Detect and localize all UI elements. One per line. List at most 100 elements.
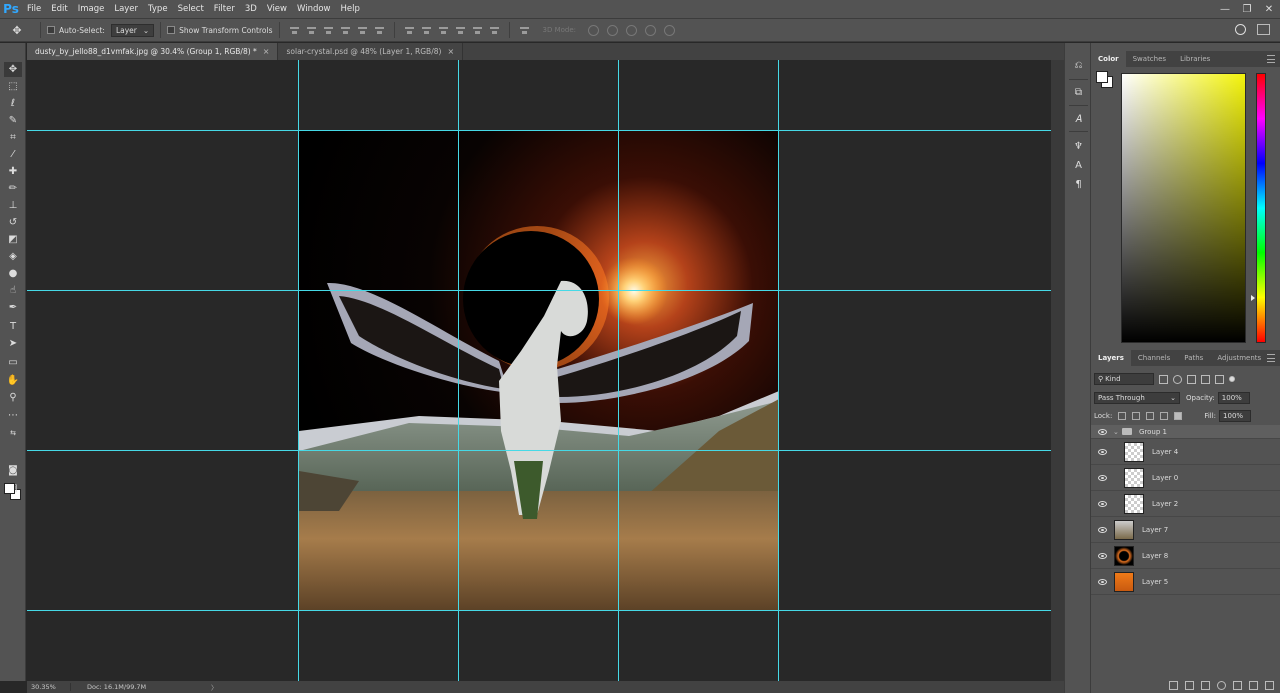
eyedropper-tool-icon[interactable]: ⁄	[4, 147, 22, 162]
new-layer-icon[interactable]	[1249, 680, 1258, 690]
canvas-area[interactable]	[27, 60, 1051, 681]
align-top-icon[interactable]	[289, 25, 300, 36]
align-vertical-center-icon[interactable]	[306, 25, 317, 36]
align-left-icon[interactable]	[340, 25, 351, 36]
hand-tool-icon[interactable]: ✋	[4, 373, 22, 388]
minimize-button[interactable]: —	[1214, 0, 1236, 18]
panel-menu-icon[interactable]	[1267, 354, 1275, 362]
layer-row[interactable]: Layer 5	[1091, 569, 1280, 595]
distribute-right-icon[interactable]	[489, 25, 500, 36]
type-filter-icon[interactable]	[1187, 374, 1196, 384]
menu-layer[interactable]: Layer	[109, 0, 143, 18]
quick-selection-tool-icon[interactable]: ✎	[4, 113, 22, 128]
eye-icon[interactable]	[1098, 448, 1107, 455]
tab-color[interactable]: Color	[1091, 51, 1126, 67]
workspace-icon[interactable]	[1257, 24, 1270, 35]
adjustment-filter-icon[interactable]	[1173, 374, 1182, 384]
filter-toggle-icon[interactable]	[1229, 376, 1235, 382]
clone-stamp-tool-icon[interactable]: ⊥	[4, 198, 22, 213]
marquee-tool-icon[interactable]: ⬚	[4, 79, 22, 94]
color-picker-field[interactable]	[1121, 73, 1246, 343]
menu-help[interactable]: Help	[336, 0, 365, 18]
layer-style-icon[interactable]	[1185, 680, 1194, 690]
distribute-left-icon[interactable]	[455, 25, 466, 36]
menu-window[interactable]: Window	[292, 0, 336, 18]
guide-vertical[interactable]	[458, 60, 459, 681]
guide-vertical[interactable]	[778, 60, 779, 681]
lock-all-icon[interactable]	[1174, 412, 1183, 420]
hue-slider[interactable]	[1256, 73, 1266, 343]
pen-tool-icon[interactable]: ✒	[4, 300, 22, 315]
tab-document-active[interactable]: dusty_by_jello88_d1vmfak.jpg @ 30.4% (Gr…	[27, 43, 279, 60]
align-right-icon[interactable]	[374, 25, 385, 36]
blend-mode-dropdown[interactable]: Pass Through ⌄	[1094, 392, 1180, 404]
lock-position-icon[interactable]	[1146, 412, 1155, 420]
menu-select[interactable]: Select	[173, 0, 209, 18]
distribute-horizontal-center-icon[interactable]	[472, 25, 483, 36]
panel-menu-icon[interactable]	[1267, 55, 1275, 63]
eye-icon[interactable]	[1098, 578, 1107, 585]
tab-document[interactable]: solar-crystal.psd @ 48% (Layer 1, RGB/8)…	[278, 43, 464, 60]
distribute-bottom-icon[interactable]	[438, 25, 449, 36]
guide-horizontal[interactable]	[27, 610, 1051, 611]
quick-mask-icon[interactable]: ◙	[4, 463, 22, 478]
tab-adjustments[interactable]: Adjustments	[1210, 350, 1268, 366]
path-selection-tool-icon[interactable]: ➤	[4, 336, 22, 351]
tab-layers[interactable]: Layers	[1091, 350, 1131, 366]
zoom-level[interactable]: 30.35%	[27, 683, 71, 691]
layer-row[interactable]: Layer 0	[1091, 465, 1280, 491]
healing-brush-tool-icon[interactable]: ✚	[4, 164, 22, 179]
guide-vertical[interactable]	[298, 60, 299, 681]
lock-image-icon[interactable]	[1132, 412, 1141, 420]
close-icon[interactable]: ×	[263, 47, 270, 56]
foreground-color-swatch[interactable]	[4, 483, 15, 494]
history-brush-tool-icon[interactable]: ↺	[4, 215, 22, 230]
default-colors-icon[interactable]: ⇆	[4, 425, 22, 440]
lock-transparent-icon[interactable]	[1118, 412, 1127, 420]
move-tool-icon[interactable]: ✥	[4, 62, 22, 77]
guide-vertical[interactable]	[618, 60, 619, 681]
crop-tool-icon[interactable]: ⌗	[4, 130, 22, 145]
shape-filter-icon[interactable]	[1201, 374, 1210, 384]
auto-select-target-dropdown[interactable]: Layer ⌄	[110, 23, 155, 37]
eye-icon[interactable]	[1098, 428, 1107, 435]
paint-bucket-tool-icon[interactable]: ◈	[4, 249, 22, 264]
new-group-icon[interactable]	[1233, 680, 1242, 690]
adjustment-layer-icon[interactable]	[1217, 680, 1226, 690]
dodge-tool-icon[interactable]: ●	[4, 266, 22, 281]
close-icon[interactable]: ×	[447, 47, 454, 56]
layer-filter-kind-dropdown[interactable]: ⚲ Kind	[1094, 373, 1154, 385]
show-transform-option[interactable]: Show Transform Controls	[167, 26, 273, 35]
history-panel-icon[interactable]: ⎌	[1071, 58, 1086, 73]
fill-input[interactable]: 100%	[1219, 410, 1252, 422]
eye-icon[interactable]	[1098, 552, 1107, 559]
opacity-input[interactable]: 100%	[1217, 392, 1250, 404]
chevron-down-icon[interactable]: ⌄	[1113, 428, 1119, 436]
eye-icon[interactable]	[1098, 526, 1107, 533]
menu-file[interactable]: File	[22, 0, 46, 18]
status-menu-arrow[interactable]: 〉	[211, 682, 218, 692]
menu-type[interactable]: Type	[143, 0, 173, 18]
distribute-vertical-center-icon[interactable]	[421, 25, 432, 36]
tab-channels[interactable]: Channels	[1131, 350, 1177, 366]
vertical-scrollbar[interactable]	[1051, 60, 1064, 681]
tab-swatches[interactable]: Swatches	[1126, 51, 1173, 67]
smart-object-filter-icon[interactable]	[1215, 374, 1224, 384]
more-tools-icon[interactable]: ⋯	[4, 408, 22, 423]
align-bottom-icon[interactable]	[323, 25, 334, 36]
smudge-tool-icon[interactable]: ☝	[4, 283, 22, 298]
auto-select-option[interactable]: Auto-Select:	[47, 26, 105, 35]
distribute-top-icon[interactable]	[404, 25, 415, 36]
guide-horizontal[interactable]	[27, 130, 1051, 131]
guide-horizontal[interactable]	[27, 290, 1051, 291]
menu-image[interactable]: Image	[73, 0, 110, 18]
hue-slider-marker[interactable]	[1251, 295, 1255, 301]
auto-align-icon[interactable]	[519, 25, 530, 36]
lasso-tool-icon[interactable]: ℓ	[4, 96, 22, 111]
character-panel-icon[interactable]: A	[1071, 158, 1086, 173]
eraser-tool-icon[interactable]: ◩	[4, 232, 22, 247]
type-tool-icon[interactable]: T	[4, 319, 22, 334]
link-layers-icon[interactable]	[1169, 680, 1178, 690]
tab-paths[interactable]: Paths	[1177, 350, 1210, 366]
auto-select-checkbox[interactable]	[47, 26, 55, 34]
